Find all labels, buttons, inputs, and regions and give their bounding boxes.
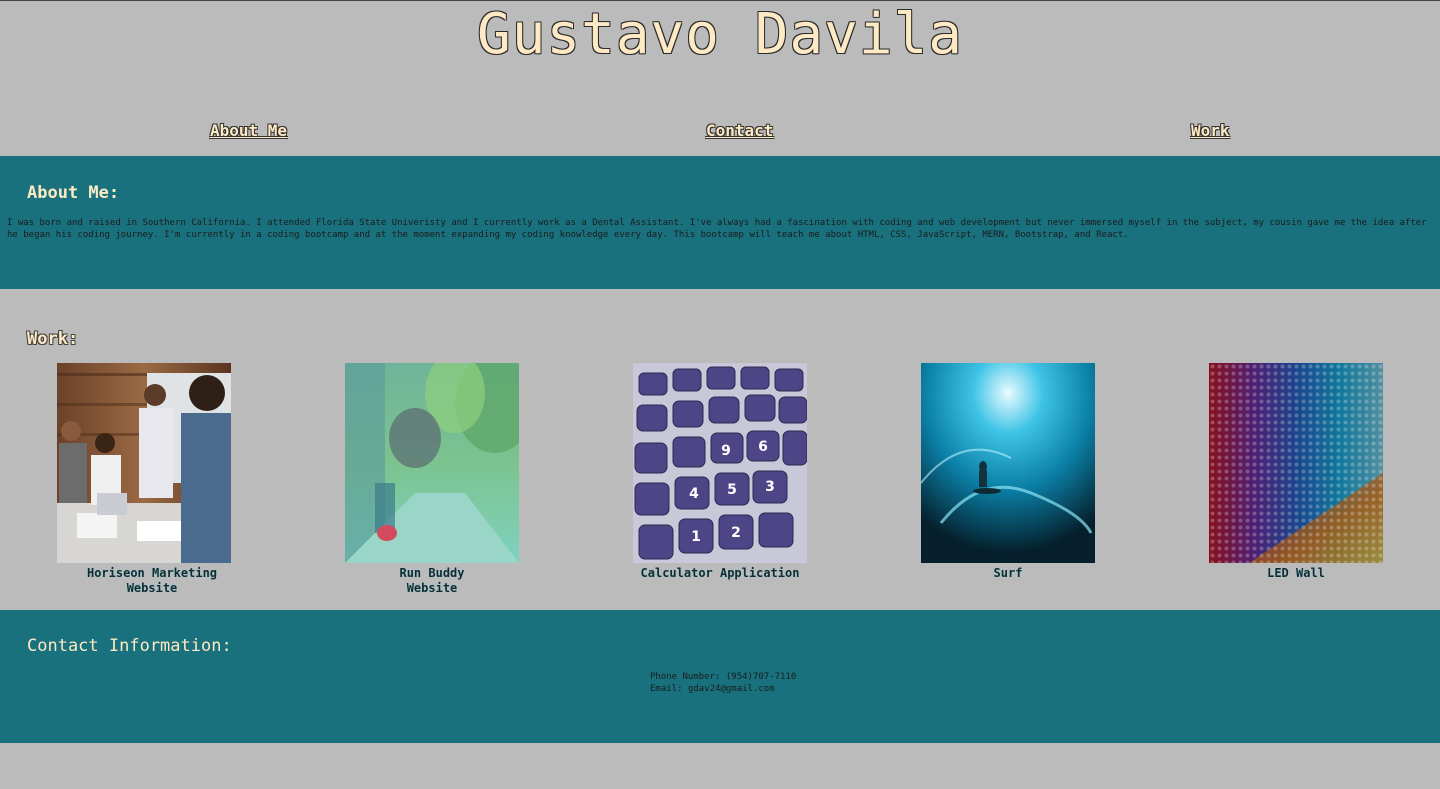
project-title: Calculator Application: [640, 566, 800, 580]
project-caption: LED Wall: [1209, 566, 1383, 581]
svg-text:9: 9: [721, 443, 731, 459]
nav-link-work[interactable]: Work: [1191, 120, 1230, 142]
led-wall-image[interactable]: [1209, 363, 1383, 563]
project-card-horiseon[interactable]: Horiseon Marketing Website: [57, 363, 231, 596]
svg-text:6: 6: [758, 439, 768, 455]
about-text: I was born and raised in Southern Califo…: [7, 218, 1427, 240]
contact-heading: Contact Information:: [27, 636, 232, 656]
contact-details: Phone Number: (954)707-7110 Email: gdav2…: [650, 671, 796, 695]
about-section: About Me: I was born and raised in South…: [0, 156, 1440, 289]
email-address: Email: gdav24@gmail.com: [650, 684, 775, 694]
site-title: Gustavo Davila: [476, 2, 963, 67]
top-border: [0, 0, 1440, 1]
svg-text:1: 1: [691, 529, 701, 545]
project-caption: Surf: [921, 566, 1095, 581]
project-card-led-wall[interactable]: LED Wall: [1209, 363, 1383, 581]
project-caption: Run Buddy Website: [345, 566, 519, 596]
project-title: Surf: [993, 566, 1023, 580]
svg-text:5: 5: [727, 482, 737, 498]
svg-text:4: 4: [689, 486, 699, 502]
svg-text:3: 3: [765, 479, 775, 495]
about-heading: About Me:: [27, 183, 120, 203]
project-subtitle: Website: [126, 581, 178, 595]
project-card-run-buddy[interactable]: Run Buddy Website: [345, 363, 519, 596]
contact-section: Contact Information: Phone Number: (954)…: [0, 610, 1440, 743]
nav-link-about-me[interactable]: About Me: [210, 120, 287, 142]
project-title: LED Wall: [1267, 566, 1325, 580]
office-team-image[interactable]: [57, 363, 231, 563]
project-title: Horiseon Marketing: [86, 566, 218, 580]
nav-link-contact[interactable]: Contact: [706, 120, 773, 142]
runner-image[interactable]: [345, 363, 519, 563]
project-caption: Calculator Application: [633, 566, 807, 581]
project-title: Run Buddy: [399, 566, 465, 580]
work-section: Work: Horiseon Marketing Website Run Bud…: [0, 289, 1440, 610]
surf-wave-image[interactable]: [921, 363, 1095, 563]
project-subtitle: Website: [406, 581, 458, 595]
project-card-calculator[interactable]: 9 6 4 5 3 2 1 Calculator Application: [633, 363, 807, 581]
phone-number: Phone Number: (954)707-7110: [650, 672, 797, 682]
work-heading: Work:: [27, 329, 79, 349]
svg-text:2: 2: [731, 525, 741, 541]
project-caption: Horiseon Marketing Website: [65, 566, 239, 596]
calculator-image[interactable]: 9 6 4 5 3 2 1: [633, 363, 807, 563]
project-card-surf[interactable]: Surf: [921, 363, 1095, 581]
